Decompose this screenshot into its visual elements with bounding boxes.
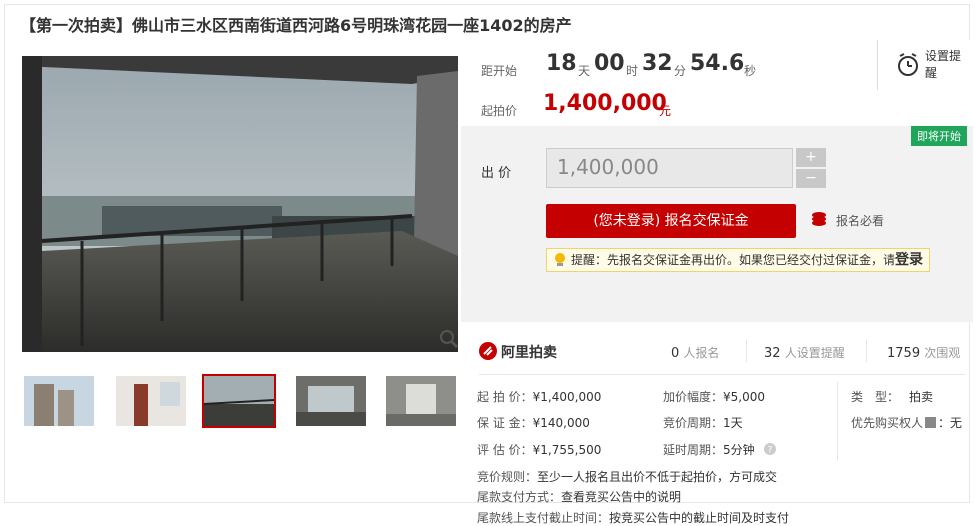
rule-label: 尾款线上支付截止时间： xyxy=(477,511,610,525)
countdown-hours: 00 xyxy=(594,51,625,76)
detail-value: 1天 xyxy=(723,416,743,430)
minutes-unit: 分 xyxy=(674,64,687,78)
detail-label: 延时周期： xyxy=(663,443,724,457)
reminder-label: 设置提醒 xyxy=(925,49,962,80)
detail-value: 5分钟 xyxy=(723,443,755,457)
divider xyxy=(746,340,747,362)
detail-value: ¥140,000 xyxy=(532,416,590,430)
detail-appraisal: 评 估 价：¥1,755,500 xyxy=(477,441,601,458)
seconds-unit: 秒 xyxy=(744,64,757,78)
detail-label: 竞价周期： xyxy=(663,416,724,430)
zoom-icon[interactable] xyxy=(438,328,460,352)
countdown-label: 距开始 xyxy=(481,64,518,78)
stat-signups-label: 人报名 xyxy=(683,346,720,360)
rule-label: 尾款支付方式： xyxy=(477,490,562,504)
detail-value: ¥1,755,500 xyxy=(532,443,602,457)
platform-name: 阿里拍卖 xyxy=(501,345,557,361)
detail-value: ¥5,000 xyxy=(723,390,766,404)
start-price-label: 起拍价 xyxy=(481,104,518,118)
detail-period: 竞价周期：1天 xyxy=(663,414,743,431)
auction-info: 阿里拍卖 0 人报名 32 人设置提醒 1759 次围观 起 拍 价：¥1,40… xyxy=(461,330,973,525)
info-badge-icon xyxy=(925,417,937,428)
stat-views: 1759 次围观 xyxy=(887,344,960,361)
page-title: 【第一次拍卖】佛山市三水区西南街道西河路6号明珠湾花园一座1402的房产 xyxy=(20,16,572,35)
coins-icon xyxy=(812,212,826,226)
stat-reminders: 32 人设置提醒 xyxy=(764,344,845,361)
thumbnail-strip xyxy=(22,374,462,430)
status-badge: 即将开始 xyxy=(911,126,967,146)
detail-priority: 优先购买权人 ：无 xyxy=(851,414,962,431)
alarm-clock-icon xyxy=(898,53,918,76)
detail-delay: 延时周期：5分钟 ? xyxy=(663,441,777,458)
detail-label: 类 型： xyxy=(851,390,900,404)
divider xyxy=(479,374,965,375)
start-price-value: 1,400,000 xyxy=(543,91,667,116)
rule-label: 竞价规则： xyxy=(477,470,538,484)
detail-label: 评 估 价： xyxy=(477,443,533,457)
detail-value: ：无 xyxy=(938,416,963,430)
stat-reminders-num: 32 xyxy=(764,346,781,361)
login-link[interactable]: 登录 xyxy=(895,252,923,268)
countdown-minutes: 32 xyxy=(642,51,673,76)
tip-text: 提醒：先报名交保证金再出价。如果您已经交付过保证金，请 xyxy=(571,253,896,267)
platform-logo: 阿里拍卖 xyxy=(479,342,557,362)
detail-label: 加价幅度： xyxy=(663,390,724,404)
must-read-label: 报名必看 xyxy=(836,214,885,228)
stat-views-label: 次围观 xyxy=(924,346,961,360)
detail-label: 起 拍 价： xyxy=(477,390,533,404)
divider xyxy=(837,382,838,460)
stat-views-num: 1759 xyxy=(887,346,921,361)
increase-bid-button[interactable]: + xyxy=(796,148,826,167)
rule-payment-deadline: 尾款线上支付截止时间：按竞买公告中的截止时间及时支付 xyxy=(477,509,789,526)
rule-payment-method: 尾款支付方式：查看竞买公告中的说明 xyxy=(477,488,681,505)
stat-reminders-label: 人设置提醒 xyxy=(784,346,845,360)
rule-value: 按竞买公告中的截止时间及时支付 xyxy=(609,511,790,525)
help-icon[interactable]: ? xyxy=(764,443,777,456)
bid-amount-input[interactable]: 1,400,000 xyxy=(546,148,793,188)
must-read-link[interactable]: 报名必看 xyxy=(811,212,884,229)
ali-auction-icon xyxy=(479,342,497,360)
decrease-bid-button[interactable]: − xyxy=(796,169,826,188)
rule-bidding: 竞价规则：至少一人报名且出价不低于起拍价，方可成交 xyxy=(477,468,777,485)
countdown-seconds: 54.6 xyxy=(690,51,745,76)
thumbnail-3-selected[interactable] xyxy=(202,374,276,428)
svg-text:?: ? xyxy=(768,446,773,456)
rule-value: 至少一人报名且出价不低于起拍价，方可成交 xyxy=(537,470,778,484)
days-unit: 天 xyxy=(578,64,591,78)
detail-type: 类 型： 拍卖 xyxy=(851,388,933,405)
stat-signups-num: 0 xyxy=(671,346,680,361)
lightbulb-icon xyxy=(555,253,565,266)
thumbnail-4[interactable] xyxy=(294,374,368,428)
detail-label: 保 证 金： xyxy=(477,416,533,430)
thumbnail-1[interactable] xyxy=(22,374,96,428)
rule-value: 查看竞买公告中的说明 xyxy=(561,490,682,504)
stat-signups: 0 人报名 xyxy=(671,344,719,361)
divider xyxy=(866,340,867,362)
balcony-photo xyxy=(22,56,458,352)
thumbnail-5[interactable] xyxy=(384,374,458,428)
detail-value: 拍卖 xyxy=(909,390,934,404)
thumbnail-2[interactable] xyxy=(114,374,188,428)
detail-increment: 加价幅度：¥5,000 xyxy=(663,388,765,405)
countdown-days: 18 xyxy=(546,51,577,76)
bid-section: 即将开始 出 价 1,400,000 + − (您未登录) 报名交保证金 报名必… xyxy=(461,126,973,322)
detail-start-price: 起 拍 价：¥1,400,000 xyxy=(477,388,601,405)
main-photo[interactable] xyxy=(22,56,458,352)
login-tip: 提醒：先报名交保证金再出价。如果您已经交付过保证金，请登录 xyxy=(546,248,930,272)
hours-unit: 时 xyxy=(626,64,639,78)
detail-label: 优先购买权人 xyxy=(851,416,924,430)
set-reminder-button[interactable]: 设置提醒 xyxy=(877,40,974,90)
start-price-unit: 元 xyxy=(659,104,672,118)
detail-value: ¥1,400,000 xyxy=(532,390,602,404)
countdown-section: 距开始 18 天 00 时 32 分 54.6 秒 起拍价 1,400,000 … xyxy=(461,40,973,126)
signup-deposit-button[interactable]: (您未登录) 报名交保证金 xyxy=(546,204,796,238)
detail-deposit: 保 证 金：¥140,000 xyxy=(477,414,590,431)
bid-label: 出 价 xyxy=(481,166,512,181)
